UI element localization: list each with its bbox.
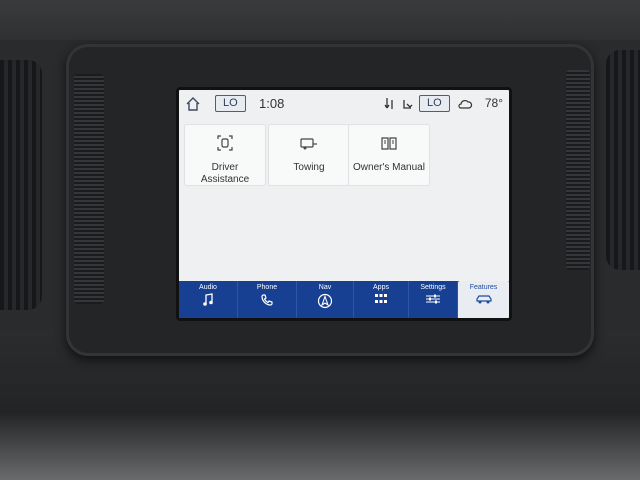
seat-airflow-icon[interactable] bbox=[383, 96, 397, 112]
infotainment-screen: LO 1:08 LO 78° Driver Assistance Towing bbox=[176, 87, 512, 321]
music-note-icon bbox=[203, 293, 213, 306]
nav-nav[interactable]: Nav bbox=[297, 281, 354, 318]
bottom-nav-bar: Audio Phone Nav Apps Settings Features bbox=[179, 281, 509, 318]
tile-owners-manual[interactable]: Owner's Manual bbox=[349, 125, 429, 185]
nav-settings[interactable]: Settings bbox=[409, 281, 458, 318]
seat-heat-icon[interactable] bbox=[401, 96, 415, 112]
settings-sliders-icon bbox=[426, 294, 440, 304]
tile-towing[interactable]: Towing bbox=[269, 125, 349, 185]
nav-settings-label: Settings bbox=[420, 284, 446, 291]
left-speaker-grille bbox=[74, 74, 104, 304]
tile-driver-assistance-label: Driver Assistance bbox=[200, 162, 250, 185]
nav-apps-label: Apps bbox=[373, 284, 389, 291]
dashboard-top bbox=[0, 0, 640, 40]
clock: 1:08 bbox=[259, 96, 285, 111]
book-icon bbox=[381, 137, 397, 150]
nav-features[interactable]: Features bbox=[458, 281, 509, 318]
nav-audio[interactable]: Audio bbox=[179, 281, 238, 318]
right-speaker-grille bbox=[566, 70, 590, 270]
weather-icon bbox=[458, 100, 473, 109]
nav-apps[interactable]: Apps bbox=[354, 281, 409, 318]
apps-grid-icon bbox=[375, 294, 387, 303]
passenger-temp-button[interactable]: LO bbox=[419, 95, 450, 112]
tile-driver-assistance[interactable]: Driver Assistance bbox=[185, 125, 265, 185]
nav-nav-label: Nav bbox=[318, 284, 332, 291]
home-icon[interactable] bbox=[185, 96, 201, 112]
navigation-icon bbox=[317, 293, 333, 309]
outside-temperature: 78° bbox=[484, 96, 503, 110]
left-air-vent bbox=[0, 60, 42, 310]
tile-owners-manual-label: Owner's Manual bbox=[353, 162, 425, 173]
nav-phone[interactable]: Phone bbox=[238, 281, 297, 318]
status-bar: LO 1:08 LO 78° bbox=[179, 90, 509, 118]
nav-features-label: Features bbox=[469, 284, 498, 291]
towing-icon bbox=[300, 138, 317, 150]
tile-towing-label: Towing bbox=[293, 162, 325, 173]
right-air-vent bbox=[606, 50, 640, 270]
nav-phone-label: Phone bbox=[256, 284, 278, 291]
driver-assist-icon bbox=[217, 135, 233, 151]
phone-icon bbox=[261, 294, 273, 306]
vehicle-features-icon bbox=[475, 295, 492, 304]
driver-temp-button[interactable]: LO bbox=[215, 95, 246, 112]
nav-audio-label: Audio bbox=[199, 284, 217, 291]
